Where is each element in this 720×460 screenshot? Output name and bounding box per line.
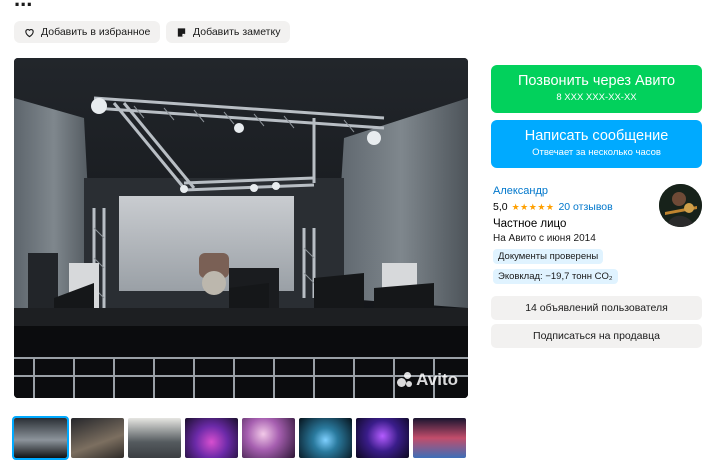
seller-avatar[interactable] xyxy=(659,184,702,227)
thumbnail-strip xyxy=(12,416,466,460)
call-via-avito-button[interactable]: Позвонить через Авито 8 XXX XXX-XX-XX xyxy=(491,65,702,113)
thumbnail-4[interactable] xyxy=(185,418,238,458)
add-note-button[interactable]: Добавить заметку xyxy=(166,21,291,43)
write-message-button[interactable]: Написать сообщение Отвечает за несколько… xyxy=(491,120,702,168)
thumbnail-1[interactable] xyxy=(12,416,69,460)
favorite-label: Добавить в избранное xyxy=(41,26,151,38)
thumbnail-7[interactable] xyxy=(356,418,409,458)
badge-eco-contribution[interactable]: Эковклад: −19,7 тонн CO₂ xyxy=(493,269,618,284)
avito-logo-icon xyxy=(397,372,413,388)
heart-icon xyxy=(25,28,34,37)
note-label: Добавить заметку xyxy=(193,26,281,38)
seller-since: На Авито с июня 2014 xyxy=(493,233,596,244)
thumbnail-5[interactable] xyxy=(242,418,295,458)
thumbnail-3[interactable] xyxy=(128,418,181,458)
page-title-cut: ... xyxy=(14,0,32,12)
note-icon xyxy=(177,27,186,37)
thumbnail-6[interactable] xyxy=(299,418,352,458)
seller-reviews-link[interactable]: 20 отзывов xyxy=(558,201,612,213)
stage-photo-illustration xyxy=(14,58,468,398)
avito-watermark: Avito xyxy=(397,370,458,390)
seller-rating-value: 5,0 xyxy=(493,201,508,213)
call-label: Позвонить через Авито xyxy=(517,73,676,89)
thumbnail-8[interactable] xyxy=(413,418,466,458)
main-photo[interactable]: Avito xyxy=(14,58,468,398)
add-to-favorites-button[interactable]: Добавить в избранное xyxy=(14,21,161,43)
message-label: Написать сообщение xyxy=(524,128,669,144)
subscribe-seller-button[interactable]: Подписаться на продавца xyxy=(491,324,702,348)
star-rating-icon: ★★★★★ xyxy=(511,201,555,212)
badge-documents-verified[interactable]: Документы проверены xyxy=(493,249,604,264)
message-response-time: Отвечает за несколько часов xyxy=(532,147,661,158)
thumbnail-2[interactable] xyxy=(71,418,124,458)
call-phone: 8 XXX XXX-XX-XX xyxy=(556,92,637,103)
user-listings-button[interactable]: 14 объявлений пользователя xyxy=(491,296,702,320)
